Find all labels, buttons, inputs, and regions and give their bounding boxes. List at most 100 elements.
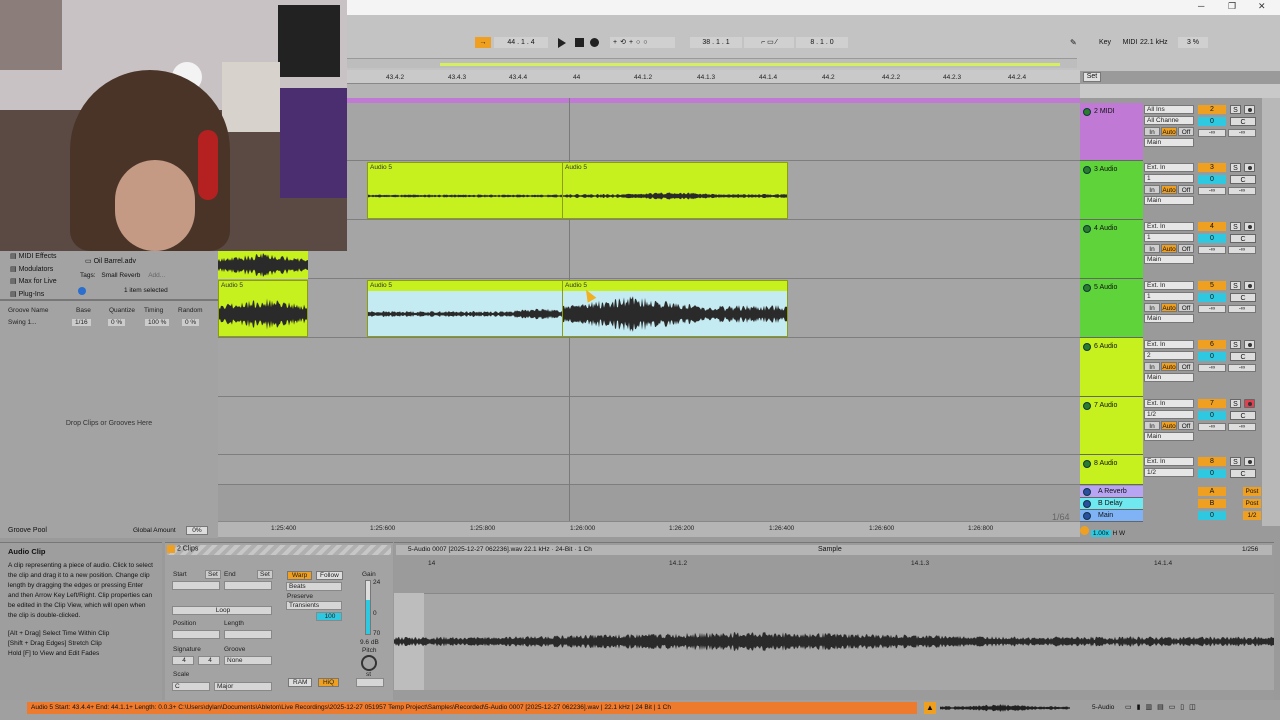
track-lane-6[interactable] (218, 338, 1080, 397)
send-a[interactable]: -∞ (1198, 129, 1226, 137)
track-fold-icon[interactable] (1083, 500, 1091, 508)
monitor-off[interactable]: Off (1178, 244, 1194, 253)
loop-switches[interactable]: ⌐ ▭ ⁄ (744, 37, 794, 48)
input-channel-select[interactable]: 2 (1144, 351, 1194, 360)
output-select[interactable]: Main (1144, 196, 1194, 205)
browser-category[interactable]: ▤ Modulators (10, 265, 53, 273)
track-lane-2[interactable] (347, 103, 1080, 161)
pan-field[interactable]: C (1230, 469, 1256, 478)
return-track-header[interactable]: A Reverb (1080, 486, 1143, 498)
track-fold-icon[interactable] (1083, 108, 1091, 116)
monitor-switch[interactable]: In Auto Off (1144, 421, 1194, 430)
maximize-icon[interactable]: ❐ (1228, 1, 1236, 12)
arm-button[interactable] (1244, 457, 1255, 466)
send-b[interactable]: -∞ (1228, 364, 1256, 372)
track-fold-icon[interactable] (1083, 343, 1091, 351)
send-b[interactable]: -∞ (1228, 246, 1256, 254)
return-post-button[interactable]: Post (1243, 499, 1261, 508)
browser-category[interactable]: ▤ Plug-Ins (10, 290, 44, 298)
monitor-auto[interactable]: Auto (1161, 303, 1177, 312)
monitor-switch[interactable]: In Auto Off (1144, 127, 1194, 136)
monitor-off[interactable]: Off (1178, 362, 1194, 371)
key-map-button[interactable]: Key (1094, 37, 1116, 48)
arm-button[interactable] (1244, 163, 1255, 172)
input-channel-select[interactable]: 1 (1144, 233, 1194, 242)
loop-start[interactable]: 38 . 1 . 1 (690, 37, 742, 48)
output-select[interactable]: Main (1144, 255, 1194, 264)
send-b[interactable]: -∞ (1228, 305, 1256, 313)
groove-cell[interactable]: 100 % (145, 319, 170, 326)
output-select[interactable]: Main (1144, 138, 1194, 147)
track-header[interactable]: 3 Audio (1080, 161, 1143, 220)
solo-button[interactable]: S (1230, 281, 1241, 290)
send-a[interactable]: -∞ (1198, 423, 1226, 431)
track-fold-icon[interactable] (1083, 284, 1091, 292)
track-activator[interactable]: 4 (1198, 222, 1226, 231)
input-channel-select[interactable]: 1/2 (1144, 468, 1194, 477)
monitor-in[interactable]: In (1144, 127, 1160, 136)
solo-button[interactable]: S (1230, 399, 1241, 408)
pan-field[interactable]: C (1230, 117, 1256, 126)
pan-field[interactable]: C (1230, 293, 1256, 302)
bottom-right-controls[interactable]: 1.00x H W (1080, 526, 1140, 537)
monitor-off[interactable]: Off (1178, 127, 1194, 136)
output-select[interactable]: Main (1144, 373, 1194, 382)
set-button[interactable]: Set (1083, 72, 1101, 82)
input-type-select[interactable]: Ext. In (1144, 222, 1194, 231)
input-type-select[interactable]: Ext. In (1144, 163, 1194, 172)
arm-button[interactable] (1244, 399, 1255, 408)
beats-select[interactable]: Beats (286, 582, 342, 591)
send-a[interactable]: -∞ (1198, 364, 1226, 372)
track-activator[interactable]: 2 (1198, 105, 1226, 114)
pitch-fine-field[interactable] (356, 678, 384, 687)
monitor-auto[interactable]: Auto (1161, 421, 1177, 430)
volume-field[interactable]: 0 (1198, 175, 1226, 184)
input-type-select[interactable]: Ext. In (1144, 281, 1194, 290)
solo-button[interactable]: S (1230, 340, 1241, 349)
audio-clip[interactable] (218, 251, 308, 279)
add-tag-link[interactable]: Add... (148, 272, 165, 279)
monitor-in[interactable]: In (1144, 421, 1160, 430)
track-fold-icon[interactable] (1083, 402, 1091, 410)
return-track-header[interactable]: B Delay (1080, 498, 1143, 510)
track-header[interactable]: 2 MIDI (1080, 103, 1143, 161)
monitor-off[interactable]: Off (1178, 185, 1194, 194)
track-activator[interactable]: 6 (1198, 340, 1226, 349)
monitor-auto[interactable]: Auto (1161, 185, 1177, 194)
monitor-off[interactable]: Off (1178, 303, 1194, 312)
return-letter[interactable]: 0 (1198, 511, 1226, 520)
audio-clip[interactable]: Audio 5 (367, 280, 563, 337)
tag-chip[interactable]: Small Reverb (101, 272, 140, 279)
audio-clip[interactable]: Audio 5 (562, 162, 788, 219)
time-ruler[interactable] (218, 521, 1080, 537)
input-channel-select[interactable]: 1 (1144, 174, 1194, 183)
volume-field[interactable]: 0 (1198, 293, 1226, 302)
track-fold-icon[interactable] (1083, 488, 1091, 496)
minimize-icon[interactable]: ─ (1198, 1, 1204, 11)
audio-clip[interactable]: Audio 5 (367, 162, 563, 219)
send-b[interactable]: -∞ (1228, 187, 1256, 195)
send-b[interactable]: -∞ (1228, 423, 1256, 431)
groove-cell[interactable]: 0 % (182, 319, 200, 326)
pan-field[interactable]: C (1230, 175, 1256, 184)
track-header[interactable]: 8 Audio (1080, 455, 1143, 485)
ram-button[interactable]: RAM (288, 678, 313, 687)
track-header[interactable]: 7 Audio (1080, 397, 1143, 455)
solo-button[interactable]: S (1230, 222, 1241, 231)
loop-length[interactable]: 8 . 1 . 0 (796, 37, 848, 48)
follow-button-clip[interactable]: Follow (316, 571, 343, 580)
track-activator[interactable]: 7 (1198, 399, 1226, 408)
monitor-in[interactable]: In (1144, 185, 1160, 194)
groove-cell[interactable]: Swing 1... (8, 319, 37, 326)
track-fold-icon[interactable] (1083, 225, 1091, 233)
track-header[interactable]: 5 Audio (1080, 279, 1143, 338)
end-set-button[interactable]: Set (257, 570, 273, 579)
arm-button[interactable] (1244, 281, 1255, 290)
volume-field[interactable]: 0 (1198, 352, 1226, 361)
track-lane-4[interactable] (218, 220, 1080, 279)
send-a[interactable]: -∞ (1198, 187, 1226, 195)
arm-button[interactable] (1244, 105, 1255, 114)
groove-cell[interactable]: 1/16 (72, 319, 91, 326)
warp-amount[interactable]: 100 (316, 612, 342, 621)
signature-denominator[interactable]: 4 (198, 656, 220, 665)
